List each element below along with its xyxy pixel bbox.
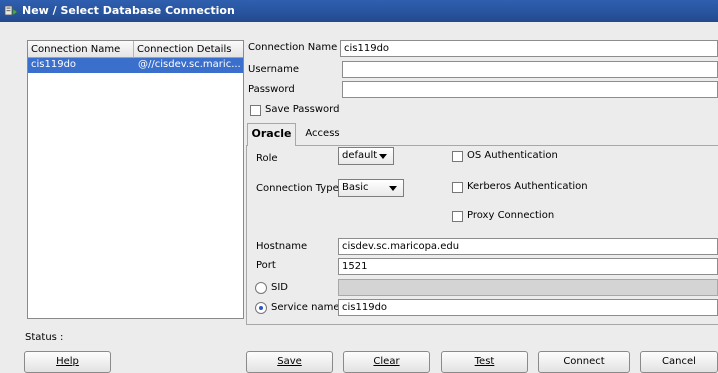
sid-radio[interactable] [255, 282, 267, 294]
connection-type-select[interactable]: Basic [338, 179, 404, 197]
help-button[interactable]: Help [24, 351, 111, 373]
username-label: Username [248, 64, 299, 75]
help-button-label: Help [56, 356, 79, 367]
kerberos-authentication-checkbox[interactable] [452, 182, 463, 193]
connect-button[interactable]: Connect [538, 351, 630, 373]
tab-oracle[interactable]: Oracle [247, 123, 296, 146]
kerberos-authentication-label: Kerberos Authentication [467, 181, 588, 192]
database-connection-icon [4, 5, 18, 17]
save-button[interactable]: Save [246, 351, 333, 373]
connection-name-cell: cis119do [31, 59, 77, 70]
hostname-input[interactable]: cisdev.sc.maricopa.edu [338, 238, 718, 255]
test-button-label: Test [474, 356, 495, 367]
connection-name-input[interactable]: cis119do [340, 40, 718, 57]
oracle-tab-panel [246, 145, 718, 325]
service-name-label: Service name [271, 302, 340, 313]
save-button-label: Save [277, 356, 302, 367]
connect-button-label: Connect [563, 356, 605, 367]
status-label: Status : [25, 332, 64, 343]
table-row[interactable]: cis119do @//cisdev.sc.maric... [28, 58, 243, 73]
password-input[interactable] [342, 81, 718, 98]
window-title: New / Select Database Connection [22, 4, 235, 17]
connection-name-label: Connection Name [248, 42, 338, 53]
proxy-connection-label: Proxy Connection [467, 210, 555, 221]
sid-label: SID [271, 282, 288, 293]
column-header-connection-details[interactable]: Connection Details [134, 41, 243, 58]
clear-button-label: Clear [373, 356, 400, 367]
radio-selected-dot [259, 306, 263, 310]
clear-button[interactable]: Clear [343, 351, 430, 373]
password-label: Password [248, 84, 295, 95]
chevron-down-icon [389, 186, 397, 191]
hostname-label: Hostname [256, 241, 308, 252]
connection-type-value: Basic [342, 182, 369, 193]
sid-input[interactable] [338, 279, 718, 296]
save-password-checkbox[interactable] [250, 105, 261, 116]
port-input[interactable]: 1521 [338, 258, 718, 275]
role-select[interactable]: default [338, 147, 394, 165]
username-input[interactable] [342, 61, 718, 78]
service-name-input[interactable]: cis119do [338, 299, 718, 316]
connection-details-cell: @//cisdev.sc.maric... [138, 59, 241, 70]
chevron-down-icon [379, 154, 387, 159]
tab-access[interactable]: Access [300, 125, 345, 144]
test-button[interactable]: Test [441, 351, 528, 373]
proxy-connection-checkbox[interactable] [452, 211, 463, 222]
role-value: default [342, 150, 378, 161]
cancel-button-label: Cancel [662, 356, 696, 367]
save-password-label: Save Password [265, 104, 340, 115]
os-authentication-checkbox[interactable] [452, 151, 463, 162]
service-name-radio[interactable] [255, 302, 267, 314]
title-bar: New / Select Database Connection [0, 0, 718, 22]
connection-type-label: Connection Type [256, 183, 339, 194]
port-label: Port [256, 260, 276, 271]
role-label: Role [256, 153, 278, 164]
column-header-connection-name[interactable]: Connection Name [28, 41, 134, 58]
connections-table[interactable]: Connection Name Connection Details cis11… [27, 40, 244, 319]
cancel-button[interactable]: Cancel [640, 351, 718, 373]
os-authentication-label: OS Authentication [467, 150, 558, 161]
